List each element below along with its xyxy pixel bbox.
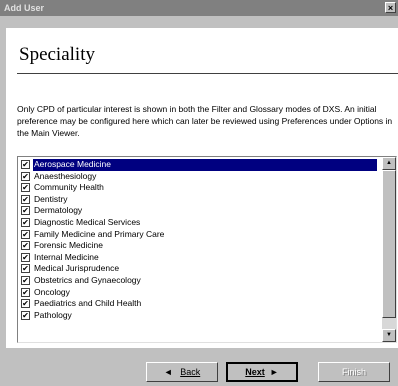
- heading-divider: [17, 73, 398, 74]
- list-item[interactable]: ✔ Community Health: [20, 182, 377, 194]
- back-button[interactable]: ◄ Back: [146, 362, 218, 382]
- vertical-scrollbar[interactable]: ▲ ▼: [382, 157, 396, 342]
- page-description: Only CPD of particular interest is shown…: [17, 104, 393, 138]
- speciality-list[interactable]: ✔ Aerospace Medicine ✔ Anaesthesiology ✔ Comm…: [17, 156, 397, 343]
- checkbox[interactable]: ✔: [21, 171, 30, 181]
- list-item[interactable]: ✔ Paediatrics and Child Health: [20, 298, 377, 310]
- list-item[interactable]: ✔ Oncology: [20, 287, 377, 299]
- next-arrow-icon: ►: [269, 367, 279, 377]
- list-item[interactable]: ✔ Forensic Medicine: [20, 240, 377, 252]
- list-item[interactable]: ✔ Internal Medicine: [20, 252, 377, 264]
- add-user-dialog: Add User × Speciality Only CPD of partic…: [0, 0, 398, 386]
- back-arrow-icon: ◄: [163, 367, 173, 377]
- checkbox[interactable]: ✔: [21, 217, 30, 227]
- checkbox[interactable]: ✔: [21, 194, 30, 204]
- list-item-label: Pathology: [34, 309, 72, 320]
- title-bar[interactable]: Add User ×: [0, 0, 398, 16]
- list-item-label: Medical Jurisprudence: [34, 263, 120, 274]
- close-icon[interactable]: ×: [385, 2, 396, 13]
- scroll-thumb[interactable]: [382, 170, 396, 318]
- list-item-label: Dentistry: [34, 193, 68, 204]
- checkbox[interactable]: ✔: [21, 275, 30, 285]
- list-item[interactable]: ✔ Family Medicine and Primary Care: [20, 229, 377, 241]
- checkbox[interactable]: ✔: [21, 160, 30, 169]
- checkbox[interactable]: ✔: [21, 183, 30, 193]
- list-item[interactable]: ✔ Diagnostic Medical Services: [20, 217, 377, 229]
- checkbox[interactable]: ✔: [21, 299, 30, 309]
- list-item-label: Internal Medicine: [34, 251, 99, 262]
- scroll-up-icon[interactable]: ▲: [382, 157, 396, 170]
- list-item-label: Obstetrics and Gynaecology: [34, 274, 141, 285]
- finish-button: Finish: [318, 362, 390, 382]
- back-label: Back: [180, 367, 201, 377]
- list-item-label: Anaesthesiology: [34, 170, 97, 181]
- checkbox[interactable]: ✔: [21, 287, 30, 297]
- checkbox[interactable]: ✔: [21, 310, 30, 320]
- list-item-label: Family Medicine and Primary Care: [34, 228, 165, 239]
- list-item[interactable]: ✔ Medical Jurisprudence: [20, 263, 377, 275]
- list-item[interactable]: ✔ Dentistry: [20, 194, 377, 206]
- list-item-label: Dermatology: [34, 205, 83, 216]
- content-panel: Speciality Only CPD of particular intere…: [6, 28, 398, 348]
- page-title: Speciality: [19, 44, 95, 65]
- list-item-label: Aerospace Medicine: [33, 159, 377, 171]
- list-item[interactable]: ✔ Pathology: [20, 310, 377, 322]
- list-item-label: Paediatrics and Child Health: [34, 298, 142, 309]
- scroll-down-icon[interactable]: ▼: [382, 329, 396, 342]
- list-item[interactable]: ✔ Anaesthesiology: [20, 171, 377, 183]
- list-item-label: Diagnostic Medical Services: [34, 216, 141, 227]
- speciality-items: ✔ Aerospace Medicine ✔ Anaesthesiology ✔ Comm…: [20, 159, 377, 321]
- window-title: Add User: [4, 3, 45, 13]
- list-item-label: Community Health: [34, 182, 104, 193]
- checkbox[interactable]: ✔: [21, 264, 30, 274]
- checkbox[interactable]: ✔: [21, 252, 30, 262]
- list-item[interactable]: ✔ Dermatology: [20, 205, 377, 217]
- next-button[interactable]: Next ►: [226, 362, 298, 382]
- list-item-label: Oncology: [34, 286, 70, 297]
- list-item[interactable]: ✔ Aerospace Medicine: [20, 159, 377, 171]
- finish-label: Finish: [341, 367, 366, 377]
- next-label: Next: [245, 367, 265, 377]
- list-item[interactable]: ✔ Obstetrics and Gynaecology: [20, 275, 377, 287]
- checkbox[interactable]: ✔: [21, 206, 30, 216]
- list-item-label: Forensic Medicine: [34, 240, 103, 251]
- checkbox[interactable]: ✔: [21, 241, 30, 251]
- checkbox[interactable]: ✔: [21, 229, 30, 239]
